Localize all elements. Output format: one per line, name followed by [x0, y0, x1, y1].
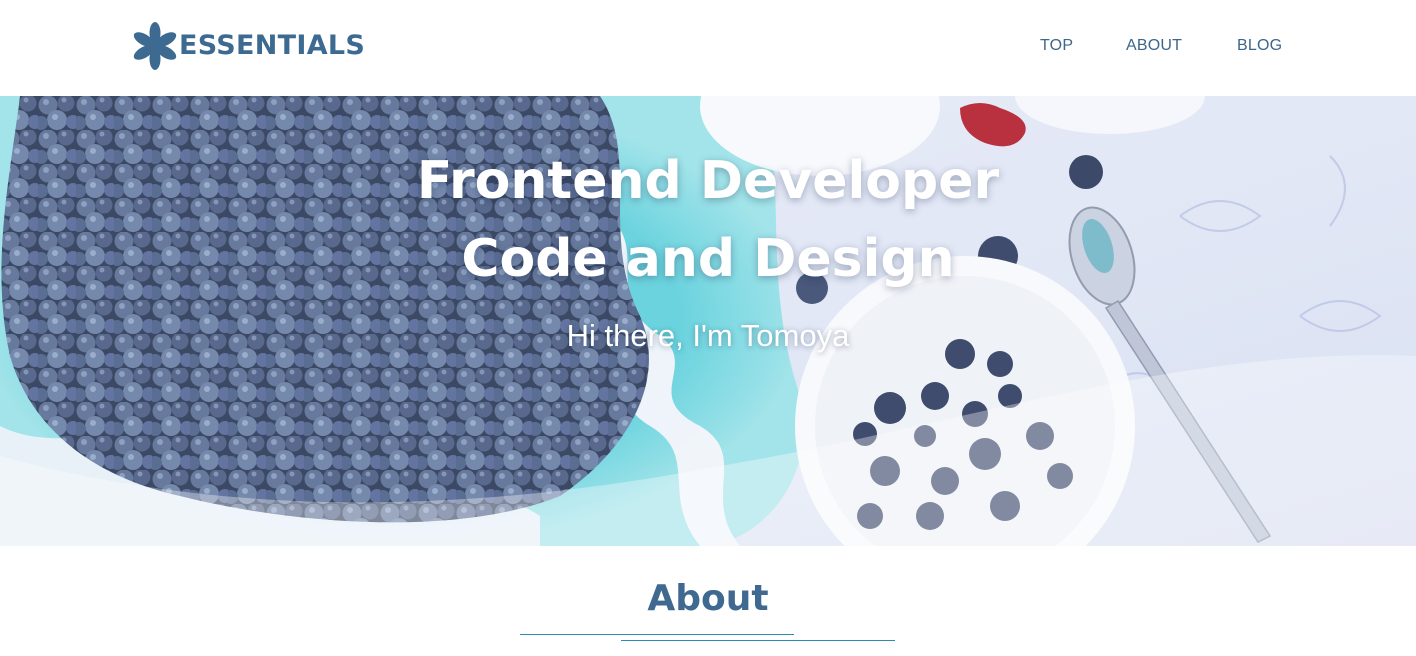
- hero-title-line-1: Frontend Developer: [416, 151, 1000, 211]
- hero-title-line-2: Code and Design: [461, 229, 955, 289]
- hero-subtitle: Hi there, I'm Tomoya: [566, 318, 850, 353]
- nav-link-top[interactable]: TOP: [1040, 34, 1073, 58]
- nav-link-blog[interactable]: BLOG: [1237, 34, 1282, 58]
- hero-section: Frontend Developer Code and Design Hi th…: [0, 96, 1416, 546]
- nav-link-about[interactable]: ABOUT: [1126, 34, 1182, 58]
- about-divider-bottom: [621, 640, 895, 641]
- hero-title: Frontend Developer Code and Design: [0, 142, 1416, 298]
- about-heading: About: [647, 578, 769, 619]
- site-header: ESSENTIALS TOP ABOUT BLOG: [0, 0, 1416, 96]
- about-divider-top: [520, 634, 794, 635]
- main-nav: TOP ABOUT BLOG: [0, 34, 1416, 58]
